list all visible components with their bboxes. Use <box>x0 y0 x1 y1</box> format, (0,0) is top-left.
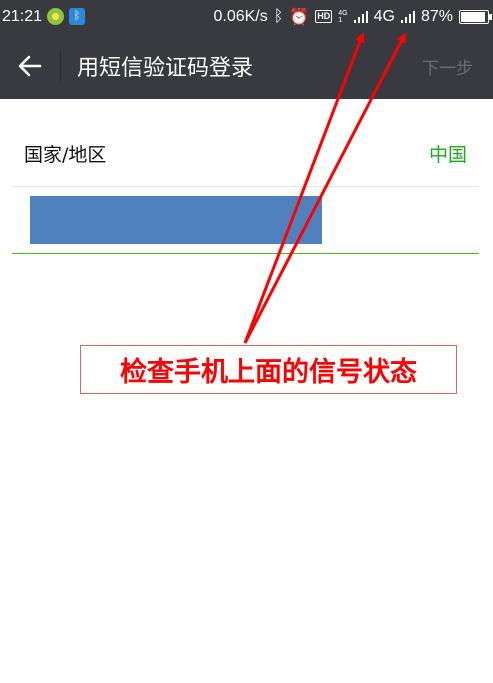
sim1-network-icon: 4G 1 <box>338 10 347 24</box>
sim1-network-type: 4G <box>338 9 348 17</box>
network-speed: 0.06K/s <box>213 7 268 25</box>
country-region-label: 国家/地区 <box>24 144 107 166</box>
title-divider <box>60 50 61 82</box>
status-right: 0.06K/s ᛒ ⏰ HD 4G 1 4G 87% <box>213 7 492 27</box>
phone-number-field[interactable] <box>12 188 479 254</box>
sim2-signal-icon <box>400 10 415 23</box>
hd-icon: HD <box>315 10 333 23</box>
sim1-network-slot: 1 <box>338 16 343 24</box>
country-region-row[interactable]: 国家/地区 中国 <box>12 121 479 187</box>
battery-level <box>461 11 485 22</box>
bluetooth-icon: ᛒ <box>273 7 284 25</box>
back-arrow-icon <box>18 55 42 77</box>
annotation-arrows <box>243 32 406 344</box>
sim2-network-type: 4G <box>373 7 395 25</box>
annotation-callout: 检查手机上面的信号状态 <box>80 345 457 394</box>
title-bar: 用短信验证码登录 下一步 <box>0 33 493 99</box>
alarm-icon: ⏰ <box>289 8 310 26</box>
back-button[interactable] <box>0 33 60 99</box>
status-bar: 21:21 ᛒ 0.06K/s ᛒ ⏰ HD 4G 1 4G 87% <box>0 0 493 33</box>
wechat-notification-icon <box>47 8 65 25</box>
bluetooth-app-icon: ᛒ <box>69 8 86 25</box>
country-region-value: 中国 <box>428 144 467 166</box>
status-left: 21:21 ᛒ <box>2 7 86 26</box>
sim1-signal-icon <box>353 10 368 23</box>
redacted-phone-number <box>30 196 322 244</box>
next-step-button[interactable]: 下一步 <box>422 54 473 79</box>
status-time: 21:21 <box>2 7 43 25</box>
battery-icon <box>459 9 492 24</box>
annotation-text: 检查手机上面的信号状态 <box>120 357 417 388</box>
page-title: 用短信验证码登录 <box>77 56 254 81</box>
battery-percent: 87% <box>420 7 453 25</box>
